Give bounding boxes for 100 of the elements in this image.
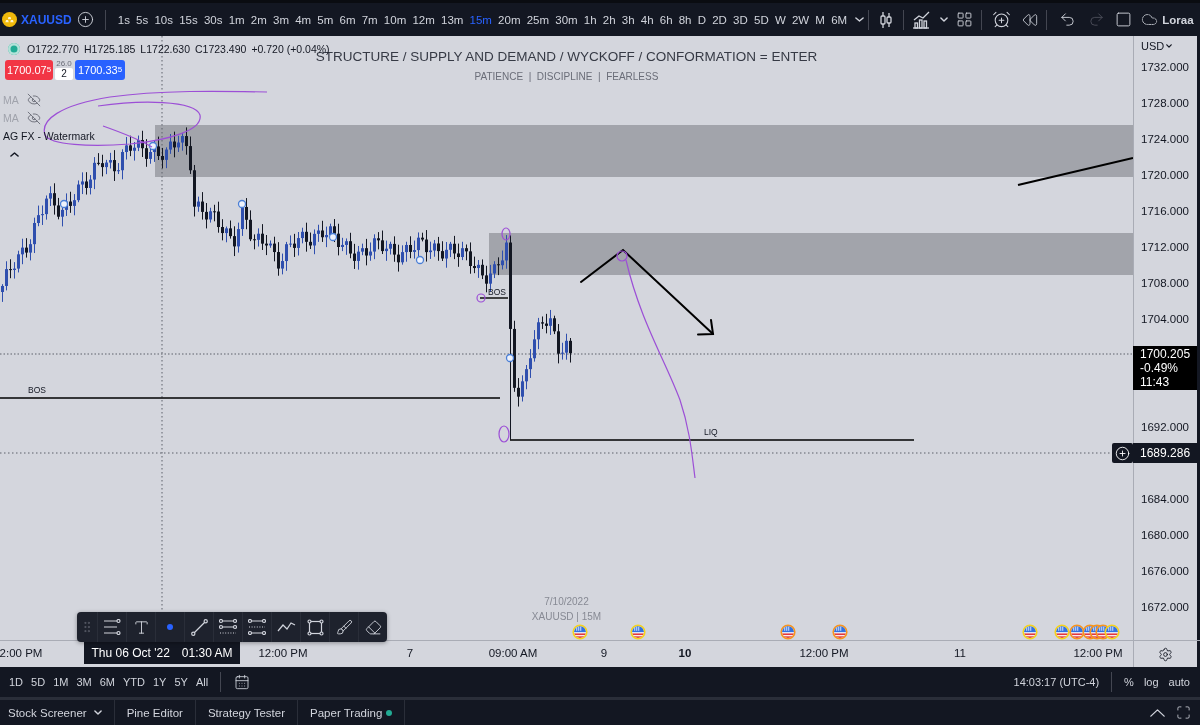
range-button[interactable]: 1M bbox=[49, 671, 73, 693]
range-button[interactable]: 1Y bbox=[148, 671, 171, 693]
caret-icon bbox=[940, 17, 949, 22]
range-button[interactable]: All bbox=[191, 671, 213, 693]
crosshair-price: 1689.286 bbox=[1133, 443, 1197, 463]
interval-button[interactable]: 10s bbox=[151, 6, 177, 33]
line-segment-icon bbox=[190, 618, 208, 636]
price-tick: 1692.000 bbox=[1141, 420, 1189, 434]
interval-button[interactable]: 5m bbox=[314, 6, 337, 33]
range-button[interactable]: 3M bbox=[72, 671, 96, 693]
crosshair-date: Thu 06 Oct '22 bbox=[91, 646, 170, 660]
chart-marker bbox=[415, 255, 425, 265]
interval-button[interactable]: 30m bbox=[552, 6, 581, 33]
price-tick: 1720.000 bbox=[1141, 168, 1189, 182]
hand-drawn-circle bbox=[476, 293, 486, 303]
price-tick: 1684.000 bbox=[1141, 492, 1189, 506]
hidden-eye-icon[interactable] bbox=[26, 111, 41, 125]
price-tick: 1680.000 bbox=[1141, 528, 1189, 542]
interval-button[interactable]: 6m bbox=[336, 6, 359, 33]
scale-option-button[interactable]: % bbox=[1120, 671, 1138, 693]
time-tick: 9 bbox=[600, 646, 608, 660]
interval-button[interactable]: 15m bbox=[466, 6, 495, 33]
hidden-eye-icon[interactable] bbox=[26, 93, 41, 107]
interval-button[interactable]: 25m bbox=[523, 6, 553, 33]
interval-button[interactable]: 4m bbox=[292, 6, 315, 33]
time-tick: 12:00 PM bbox=[799, 646, 849, 660]
interval-button[interactable]: 2h bbox=[599, 6, 619, 33]
interval-button[interactable]: 2m bbox=[247, 6, 270, 33]
interval-button[interactable]: 3m bbox=[269, 6, 293, 33]
interval-button[interactable]: 7m bbox=[358, 6, 381, 33]
interval-button[interactable]: 8h bbox=[675, 6, 695, 33]
interval-button[interactable]: 2D bbox=[709, 6, 730, 33]
chart-label: BOS bbox=[28, 385, 46, 395]
chart-subtitle: PATIENCE | DISCIPLINE | FEARLESS bbox=[474, 71, 659, 83]
interval-button[interactable]: 6h bbox=[656, 6, 676, 33]
user-button[interactable]: Loraa bbox=[1138, 11, 1194, 28]
chart-label: BOS bbox=[488, 287, 506, 297]
interval-button[interactable]: M bbox=[812, 6, 829, 33]
panel-tab[interactable]: Paper Trading bbox=[298, 700, 406, 725]
crosshair-time: 01:30 AM bbox=[181, 646, 233, 660]
interval-button[interactable]: 13m bbox=[437, 6, 467, 33]
interval-button[interactable]: 10m bbox=[380, 6, 410, 33]
time-tick: 2:00 PM bbox=[0, 646, 43, 660]
grid-icon bbox=[955, 11, 973, 28]
quantity-field[interactable]: 2 bbox=[55, 68, 73, 80]
flag-icon bbox=[1069, 624, 1085, 640]
sell-button[interactable]: 1700.07$^{5}$ bbox=[5, 60, 53, 80]
indicator-name[interactable]: AG FX - Watermark bbox=[3, 130, 95, 142]
buy-button[interactable]: 1700.33$^{5}$ bbox=[75, 60, 125, 80]
hand-drawn-stroke bbox=[102, 125, 153, 148]
interval-button[interactable]: 12m bbox=[409, 6, 438, 33]
interval-button[interactable]: 20m bbox=[495, 6, 524, 33]
status-dot-icon bbox=[386, 709, 393, 716]
interval-button[interactable]: D bbox=[694, 6, 710, 33]
interval-button[interactable]: 4h bbox=[637, 6, 657, 33]
time-tick: 12:00 PM bbox=[1073, 646, 1123, 660]
range-button[interactable]: 6M bbox=[95, 671, 119, 693]
interval-button[interactable]: 15s bbox=[176, 6, 201, 33]
hand-drawn-circle bbox=[501, 227, 511, 241]
settings-icon[interactable] bbox=[1158, 646, 1173, 662]
panel-tab[interactable]: Stock Screener bbox=[0, 700, 115, 725]
calendar-icon bbox=[234, 674, 251, 690]
scale-option-button[interactable]: auto bbox=[1164, 671, 1194, 693]
interval-button[interactable]: 1m bbox=[225, 6, 248, 33]
time-tick: 10 bbox=[678, 646, 692, 660]
interval-button[interactable]: W bbox=[771, 6, 789, 33]
watermark-symbol: XAUUSD | 15M bbox=[531, 611, 602, 622]
range-button[interactable]: 1D bbox=[5, 671, 28, 693]
currency-button[interactable]: USD bbox=[1141, 40, 1173, 52]
chart-marker bbox=[59, 199, 69, 209]
ohlc-value: C1723.490 bbox=[195, 43, 247, 55]
scale-option-button[interactable]: log bbox=[1139, 671, 1163, 693]
interval-button[interactable]: 1s bbox=[114, 6, 133, 33]
interval-button[interactable]: 3h bbox=[618, 6, 638, 33]
range-button[interactable]: 5Y bbox=[170, 671, 192, 693]
panel-tab[interactable]: Pine Editor bbox=[114, 700, 196, 725]
text-icon bbox=[132, 618, 150, 636]
interval-button[interactable]: 6M bbox=[828, 6, 851, 33]
hand-drawn-circle bbox=[616, 250, 628, 262]
collapse-icon[interactable] bbox=[10, 152, 19, 157]
interval-button[interactable]: 30s bbox=[200, 6, 226, 33]
interval-button[interactable]: 5s bbox=[133, 6, 152, 33]
interval-button[interactable]: 5D bbox=[750, 6, 772, 33]
clock-time[interactable]: 14:03:17 (UTC-4) bbox=[1009, 671, 1104, 693]
parallel-lines-icon bbox=[219, 619, 237, 635]
chart-marker bbox=[148, 141, 158, 151]
add-alert-button[interactable] bbox=[1112, 443, 1133, 463]
time-tick: 12:00 PM bbox=[258, 646, 308, 660]
panel-tab[interactable]: Strategy Tester bbox=[195, 700, 299, 725]
interval-button[interactable]: 2W bbox=[788, 6, 813, 33]
symbol-button[interactable]: XAUUSD bbox=[1, 6, 76, 33]
brush-icon bbox=[335, 618, 353, 636]
interval-button[interactable]: 3D bbox=[730, 6, 751, 33]
rewind-icon bbox=[1022, 11, 1039, 28]
time-tick: 7 bbox=[406, 646, 414, 660]
chart-marker bbox=[328, 232, 338, 242]
interval-button[interactable]: 1h bbox=[580, 6, 600, 33]
range-button[interactable]: 5D bbox=[27, 671, 50, 693]
time-tick: 09:00 AM bbox=[488, 646, 538, 660]
range-button[interactable]: YTD bbox=[118, 671, 149, 693]
